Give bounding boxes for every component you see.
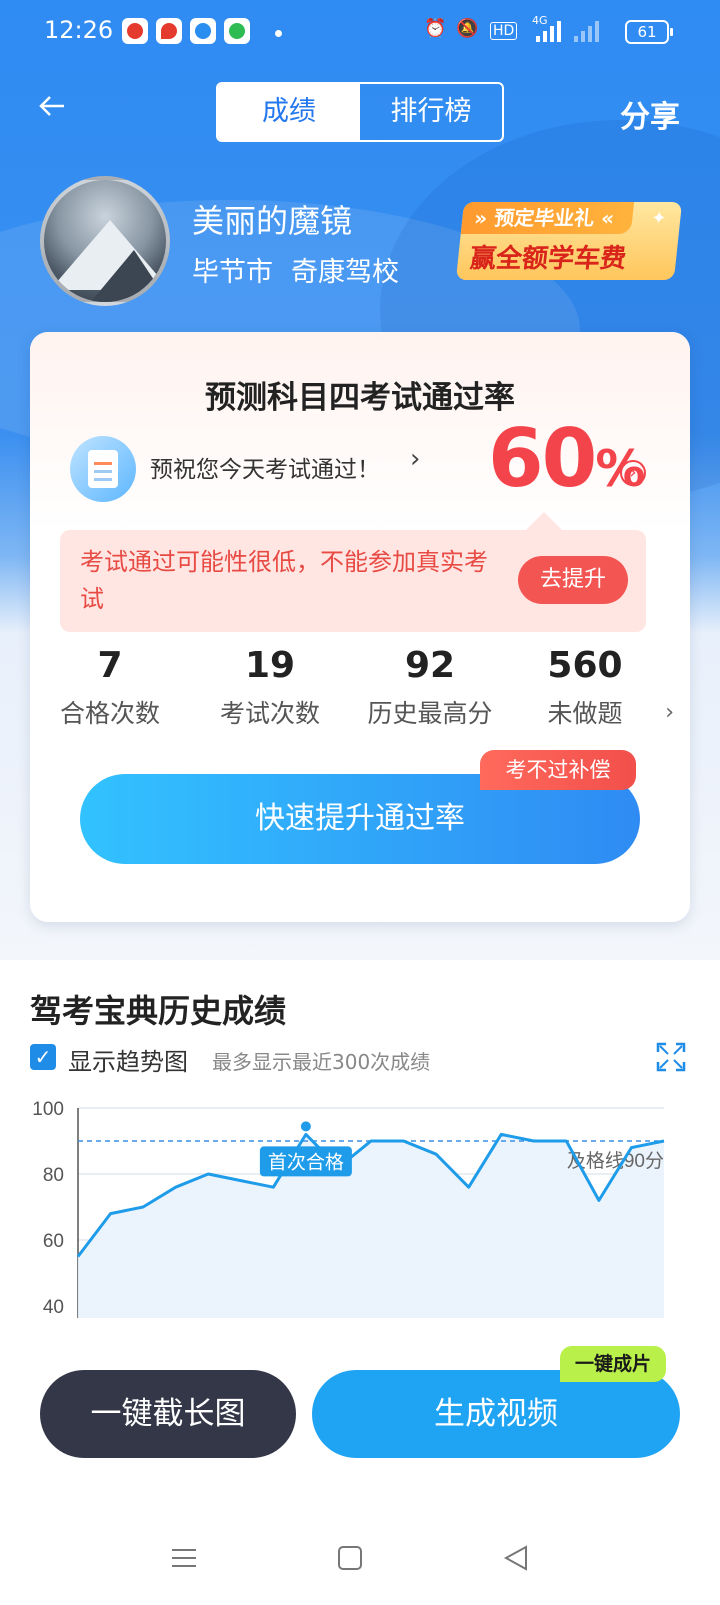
score-trend-chart: 100806040及格线90分首次合格 <box>32 1099 665 1318</box>
stat-value: 560 <box>547 645 623 686</box>
user-name: 美丽的魔镜 <box>192 202 353 240</box>
first-pass-label: 首次合格 <box>268 1151 344 1173</box>
stat-undone[interactable]: 560 未做题 › <box>510 644 674 730</box>
y-tick-label: 100 <box>32 1099 64 1120</box>
user-location: 毕节市 奇康驾校 <box>192 250 417 289</box>
stat-value: 19 <box>244 645 296 686</box>
compensation-badge: 考不过补偿 <box>480 750 636 790</box>
history-note: 最多显示最近300次成绩 <box>212 1050 431 1074</box>
show-trend-checkbox[interactable]: ✓ <box>30 1044 56 1070</box>
stat-label: 历史最高分 <box>367 699 493 728</box>
fullscreen-expand-icon[interactable] <box>656 1042 686 1072</box>
pass-rate-number: 60 <box>488 412 597 505</box>
stat-value: 92 <box>404 645 456 686</box>
user-city: 毕节市 <box>192 257 273 288</box>
wish-text[interactable]: 预祝您今天考试通过！ <box>150 450 380 484</box>
home-icon[interactable] <box>336 1544 364 1572</box>
user-school: 奇康驾校 <box>291 257 399 288</box>
show-trend-label[interactable]: 显示趋势图 <box>68 1042 188 1077</box>
app-notification-icon <box>156 18 182 44</box>
y-tick-label: 60 <box>43 1231 64 1252</box>
back-arrow-icon[interactable] <box>36 90 76 130</box>
avatar-mountain-shadow <box>84 250 166 302</box>
hd-icon: HD <box>490 22 518 40</box>
exam-document-icon <box>70 436 136 502</box>
stat-pass-count[interactable]: 7 合格次数 <box>30 644 190 730</box>
more-notifications-icon <box>275 30 282 37</box>
stat-value: 7 <box>97 645 123 686</box>
mute-icon: 🔕 <box>456 18 479 39</box>
tab-score[interactable]: 成绩 <box>218 84 360 140</box>
stat-label: 考试次数 <box>219 699 320 728</box>
y-tick-label: 80 <box>43 1165 64 1186</box>
status-bar: 12:26 ⏰ 🔕 HD 4G 61 <box>0 0 720 66</box>
improve-button[interactable]: 去提升 <box>518 556 628 604</box>
history-section: 驾考宝典历史成绩 ✓ 显示趋势图 最多显示最近300次成绩 100 80 60 40 及… <box>0 960 720 1605</box>
stat-best-score[interactable]: 92 历史最高分 <box>350 644 510 730</box>
avatar[interactable] <box>40 176 170 306</box>
pass-rate-card: 预测科目四考试通过率 预祝您今天考试通过！ › 60% › 考试通过可能性很低，… <box>30 332 690 922</box>
signal-icon <box>536 21 599 42</box>
stat-exam-count[interactable]: 19 考试次数 <box>190 644 350 730</box>
long-screenshot-button[interactable]: 一键截长图 <box>40 1370 296 1458</box>
history-title: 驾考宝典历史成绩 <box>30 992 287 1030</box>
menu-icon[interactable] <box>170 1544 198 1572</box>
app-notification-icon <box>190 18 216 44</box>
pass-rate-value[interactable]: 60% <box>488 412 645 505</box>
app-notification-icon <box>122 18 148 44</box>
promo-main: 赢全额学车费 <box>468 244 628 274</box>
rate-detail-chevron-icon[interactable]: › <box>620 460 646 486</box>
warning-box: 考试通过可能性很低，不能参加真实考试 去提升 <box>60 512 646 632</box>
status-time: 12:26 <box>44 16 114 44</box>
tab-ranking[interactable]: 排行榜 <box>360 84 502 140</box>
card-title: 预测科目四考试通过率 <box>205 380 515 416</box>
sparkle-icon: ✦ <box>650 208 668 229</box>
warning-text: 考试通过可能性很低，不能参加真实考试 <box>80 548 488 613</box>
first-pass-point <box>300 1121 311 1132</box>
one-click-badge: 一键成片 <box>560 1346 666 1382</box>
chevron-right-icon: › <box>665 700 674 725</box>
stat-label: 合格次数 <box>59 699 160 728</box>
promo-top: » 预定毕业礼 « <box>460 202 635 234</box>
tab-group: 成绩 排行榜 <box>216 82 504 142</box>
back-triangle-icon[interactable] <box>502 1544 530 1572</box>
generate-video-button[interactable]: 生成视频 <box>312 1370 680 1458</box>
battery-icon: 61 <box>625 20 673 44</box>
y-tick-label: 40 <box>43 1297 64 1318</box>
promo-top-label: 预定毕业礼 <box>493 206 596 230</box>
promo-banner[interactable]: » 预定毕业礼 « ✦ 赢全额学车费 <box>455 202 683 280</box>
chevron-right-icon[interactable]: › <box>410 444 420 474</box>
stats-row: 7 合格次数 19 考试次数 92 历史最高分 560 未做题 › <box>30 644 690 730</box>
share-button[interactable]: 分享 <box>620 92 680 136</box>
stat-label: 未做题 <box>547 699 623 728</box>
system-nav-bar <box>0 1520 720 1605</box>
alarm-icon: ⏰ <box>424 18 447 39</box>
app-notification-icon <box>224 18 250 44</box>
